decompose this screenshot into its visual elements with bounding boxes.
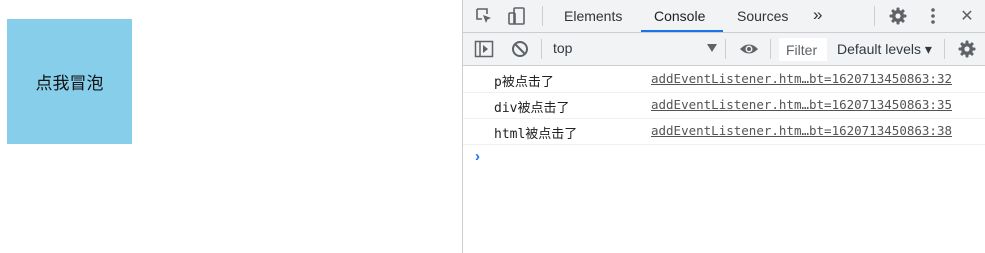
console-message-text: html被点击了 xyxy=(494,127,578,142)
show-sidebar-icon[interactable] xyxy=(474,39,494,59)
bubble-box[interactable]: 点我冒泡 xyxy=(7,19,132,144)
console-message: div被点击了 addEventListener.htm…bt=16207134… xyxy=(463,93,985,119)
console-message: p被点击了 addEventListener.htm…bt=1620713450… xyxy=(463,67,985,93)
console-message-source-link[interactable]: addEventListener.htm…bt=1620713450863:35 xyxy=(651,97,952,112)
toolbar-divider xyxy=(874,6,875,26)
tab-sources[interactable]: Sources xyxy=(737,0,788,33)
active-tab-indicator xyxy=(641,30,723,32)
tab-console[interactable]: Console xyxy=(654,0,705,33)
live-expression-eye-icon[interactable] xyxy=(739,39,759,59)
page-viewport: 点我冒泡 xyxy=(0,0,462,253)
console-message-source-link[interactable]: addEventListener.htm…bt=1620713450863:38 xyxy=(651,123,952,138)
chevron-down-icon xyxy=(707,44,717,52)
context-value: top xyxy=(553,40,573,56)
context-selector[interactable]: top xyxy=(545,37,717,61)
console-messages: p被点击了 addEventListener.htm…bt=1620713450… xyxy=(463,67,985,169)
devtools-panel: Elements Console Sources » ✕ top Filter … xyxy=(462,0,985,253)
console-message-source-link[interactable]: addEventListener.htm…bt=1620713450863:32 xyxy=(651,71,952,86)
toolbar-divider xyxy=(541,39,542,59)
log-levels-dropdown[interactable]: Default levels ▾ xyxy=(837,41,933,58)
console-filter-bar: top Default levels ▾ xyxy=(463,33,985,66)
console-message-text: p被点击了 xyxy=(494,75,554,90)
more-vertical-icon[interactable] xyxy=(923,6,943,26)
toolbar-divider xyxy=(770,39,771,59)
settings-gear-icon[interactable] xyxy=(957,39,977,59)
filter-input[interactable] xyxy=(779,38,827,61)
toolbar-divider xyxy=(725,39,726,59)
console-prompt[interactable]: › xyxy=(463,145,985,169)
console-message-text: div被点击了 xyxy=(494,101,570,116)
inspect-element-icon[interactable] xyxy=(474,6,494,26)
console-message: html被点击了 addEventListener.htm…bt=1620713… xyxy=(463,119,985,145)
clear-console-icon[interactable] xyxy=(510,39,530,59)
close-icon[interactable]: ✕ xyxy=(957,6,977,26)
devtools-tab-bar: Elements Console Sources » ✕ xyxy=(463,0,985,33)
prompt-chevron-icon: › xyxy=(475,148,480,165)
device-toolbar-icon[interactable] xyxy=(507,6,527,26)
toolbar-divider xyxy=(944,39,945,59)
more-tabs-button[interactable]: » xyxy=(813,0,822,33)
bubble-box-label: 点我冒泡 xyxy=(35,74,104,94)
tab-elements[interactable]: Elements xyxy=(564,0,622,33)
toolbar-divider xyxy=(542,6,543,26)
gear-icon[interactable] xyxy=(888,6,908,26)
